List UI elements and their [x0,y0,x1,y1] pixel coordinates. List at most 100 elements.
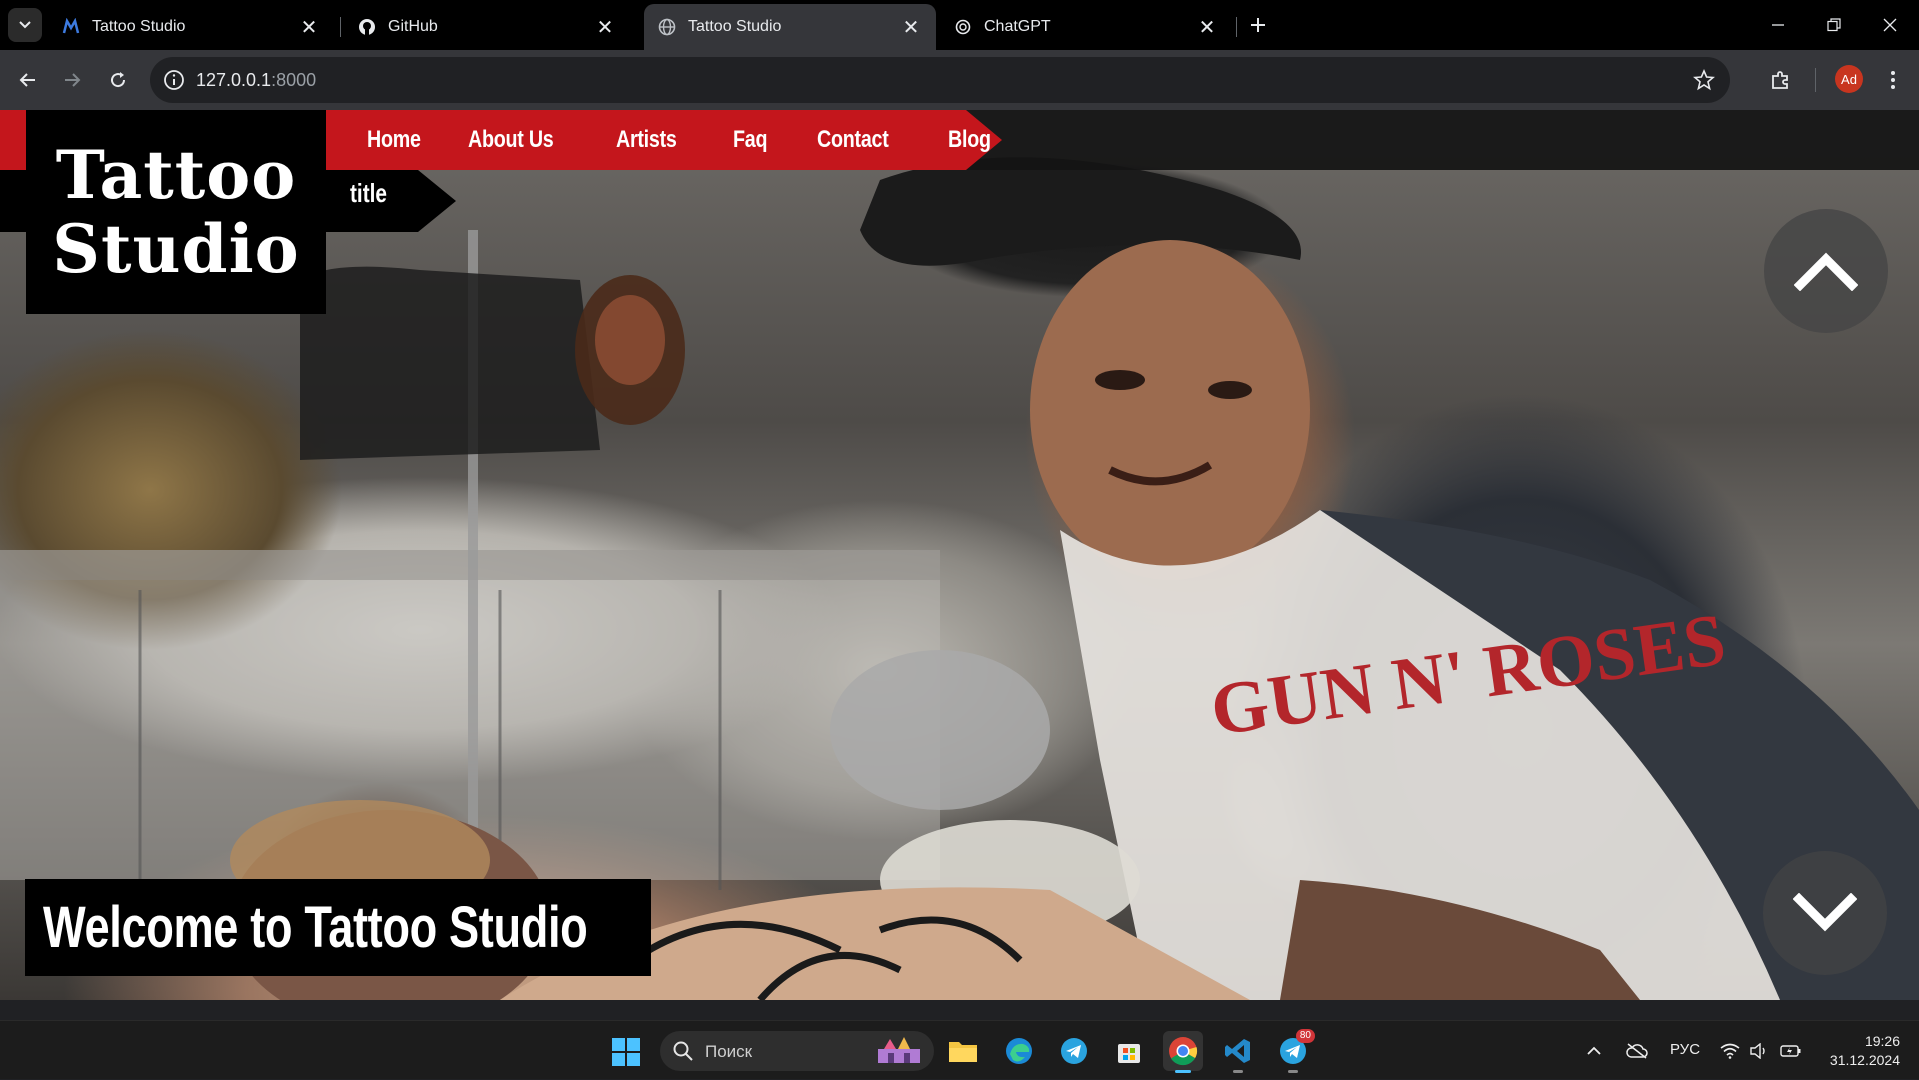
hero-title: Welcome to Tattoo Studio [43,895,588,960]
telegram-icon [1061,1038,1087,1064]
minimize-icon [1772,24,1784,26]
browser-toolbar: 127.0.0.1:8000 [0,50,1919,110]
address-bar[interactable]: 127.0.0.1:8000 [150,57,1730,103]
taskbar-file-explorer[interactable] [943,1031,983,1071]
taskbar-vscode[interactable] [1218,1031,1258,1073]
tab-strip: Tattoo Studio ✕ GitHub ✕ Tattoo Studio ✕… [0,0,1919,50]
taskbar-chrome[interactable] [1163,1031,1203,1073]
site-info-icon[interactable] [162,68,186,92]
tab-search-button[interactable] [8,8,42,42]
tab-github[interactable]: GitHub ✕ [344,4,630,50]
chevron-up-icon [1587,1046,1601,1055]
tab-title: Tattoo Studio [92,18,186,35]
edge-icon [1006,1038,1032,1064]
taskbar-telegram[interactable] [1054,1031,1094,1071]
tab-title: GitHub [388,18,438,35]
tray-network[interactable] [1720,1021,1740,1080]
tattoo-favicon-icon [62,18,80,34]
chevron-up-icon [1794,252,1858,291]
url-port: :8000 [271,70,317,90]
close-window-button[interactable] [1862,0,1918,50]
slider-next-button[interactable] [1763,851,1887,975]
battery-charging-icon [1780,1044,1801,1057]
tray-volume[interactable] [1750,1021,1768,1080]
bookmark-star-icon[interactable] [1692,68,1716,92]
more-vertical-icon [1891,71,1895,89]
taskbar-clock[interactable]: 19:26 31.12.2024 [1820,1032,1900,1070]
speaker-icon [1750,1042,1765,1059]
tray-overflow-button[interactable] [1586,1021,1602,1080]
github-icon [359,19,375,35]
reload-button[interactable] [100,62,136,98]
plus-icon [1251,18,1265,32]
tab-chatgpt[interactable]: ChatGPT ✕ [940,4,1232,50]
tab-separator [340,17,341,37]
extensions-button[interactable] [1766,65,1796,95]
tray-battery[interactable] [1780,1021,1802,1080]
running-indicator [1233,1070,1243,1073]
sub-title-label: title [350,178,387,208]
close-icon [1883,18,1897,32]
page-bottom-strip [0,1000,1919,1020]
nav-link-faq[interactable]: Faq [733,126,768,154]
notification-badge: 80 [1295,1029,1315,1043]
folder-icon [949,1042,977,1062]
search-highlight-icon [878,1037,920,1063]
logo-text-line2: Studio [52,210,300,288]
nav-link-blog[interactable]: Blog [948,126,991,154]
tab-tattoo-studio-active[interactable]: Tattoo Studio ✕ [644,4,936,50]
close-icon[interactable]: ✕ [1196,16,1218,39]
nav-link-home[interactable]: Home [367,126,421,154]
store-icon [1118,1044,1140,1063]
url-text: 127.0.0.1:8000 [196,70,316,91]
restore-button[interactable] [1806,0,1862,50]
arrow-right-icon [65,73,81,87]
input-language[interactable]: РУС [1670,1041,1700,1058]
nav-link-about-us[interactable]: About Us [468,126,554,154]
puzzle-icon [1772,71,1788,89]
running-indicator [1175,1070,1191,1073]
url-host: 127.0.0.1 [196,70,272,90]
windows-taskbar: Поиск 80 РУС 19:26 31.12.2024 [0,1020,1919,1079]
vscode-icon [1225,1039,1250,1063]
new-tab-button[interactable] [1243,10,1273,40]
taskbar-store[interactable] [1109,1031,1149,1071]
wifi-icon [1720,1043,1740,1059]
taskbar-edge[interactable] [999,1031,1039,1071]
browser-menu-button[interactable] [1878,65,1908,95]
close-icon[interactable]: ✕ [594,16,616,39]
site-logo[interactable]: Tattoo Studio [26,110,326,314]
slider-prev-button[interactable] [1764,209,1888,333]
main-menu: Home About Us Artists Faq Contact Blog [367,110,1043,170]
page-viewport: GUN N' ROSES title Home About Us Artists [0,110,1919,1000]
tab-tattoo-studio-1[interactable]: Tattoo Studio ✕ [48,4,334,50]
tab-title: Tattoo Studio [688,18,782,35]
tray-onedrive[interactable] [1626,1021,1648,1080]
arrow-left-icon [19,73,35,87]
taskbar-telegram-running[interactable]: 80 [1273,1029,1315,1073]
cloud-off-icon [1626,1042,1648,1059]
nav-link-contact[interactable]: Contact [817,126,889,154]
close-icon[interactable]: ✕ [900,16,922,39]
chrome-icon [1169,1037,1198,1066]
chevron-down-icon [1793,893,1857,932]
close-icon[interactable]: ✕ [298,16,320,39]
chatgpt-icon [955,19,971,35]
start-button[interactable] [611,1037,641,1067]
clock-time: 19:26 [1864,1033,1900,1049]
clock-date: 31.12.2024 [1829,1052,1900,1068]
profile-avatar[interactable]: Ad [1835,65,1863,93]
windows-logo-icon [612,1038,640,1066]
reload-icon [111,72,126,88]
taskbar-search[interactable]: Поиск [660,1031,934,1071]
tab-separator [1236,17,1237,37]
back-button[interactable] [10,62,46,98]
minimize-button[interactable] [1750,0,1806,50]
search-placeholder: Поиск [705,1042,753,1061]
running-indicator [1288,1070,1298,1073]
logo-text-line1: Tattoo [55,136,297,214]
forward-button[interactable] [54,62,90,98]
nav-link-artists[interactable]: Artists [616,126,677,154]
search-icon [673,1041,693,1061]
chevron-down-icon [19,21,31,29]
